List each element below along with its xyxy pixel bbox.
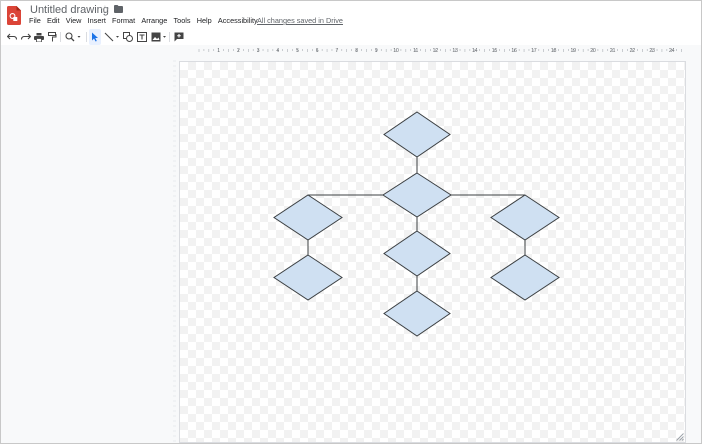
diamond-shape[interactable] <box>383 230 451 277</box>
diamond-shape[interactable] <box>382 172 452 218</box>
diamond-shape[interactable] <box>273 194 343 241</box>
diamond-shape[interactable] <box>273 254 343 301</box>
diamond-shape[interactable] <box>490 254 560 301</box>
diagram <box>273 111 560 337</box>
resize-handle-icon[interactable] <box>676 433 684 441</box>
app-window: Untitled drawing ☆ File Edit View Insert… <box>0 0 702 444</box>
diamond-shape[interactable] <box>490 194 560 241</box>
diamond-shape[interactable] <box>383 290 451 337</box>
diamond-shape[interactable] <box>383 111 451 158</box>
